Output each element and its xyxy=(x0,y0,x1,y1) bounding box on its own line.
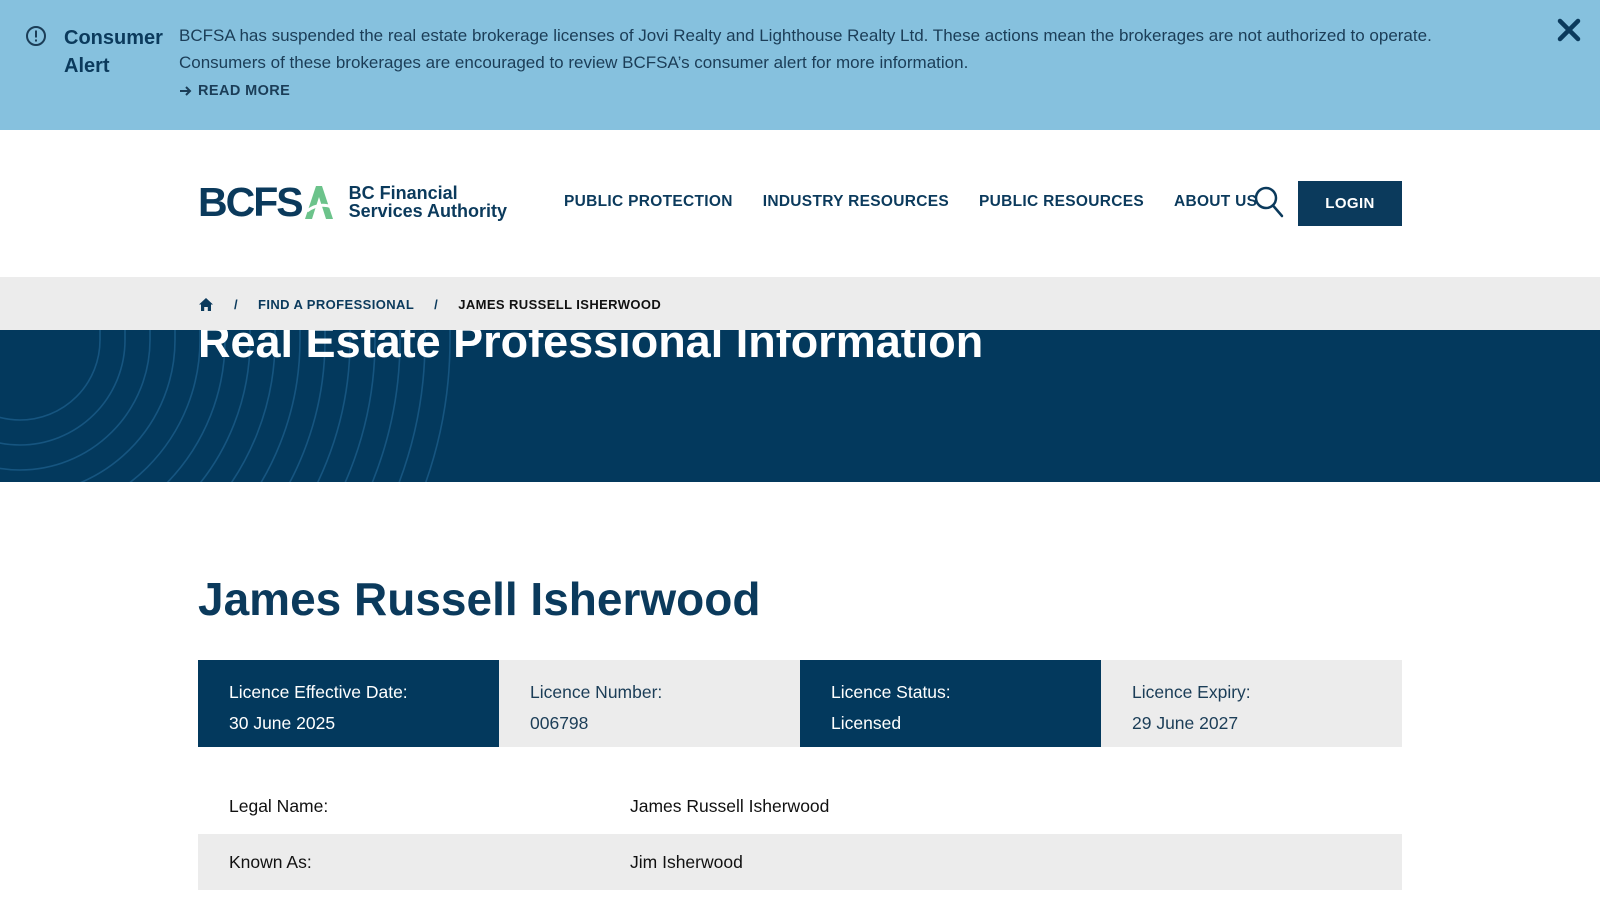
detail-label: Known As: xyxy=(229,851,312,872)
detail-label: Legal Name: xyxy=(229,795,329,816)
card-value: 29 June 2027 xyxy=(1132,713,1239,733)
licence-effective-date-card: Licence Effective Date: 30 June 2025 xyxy=(198,660,499,747)
licence-summary: Licence Effective Date: 30 June 2025 Lic… xyxy=(198,660,1402,747)
arrow-right-icon xyxy=(180,86,192,96)
logo-text: BC Financial Services Authority xyxy=(348,182,507,221)
breadcrumb-separator: / xyxy=(234,297,239,312)
close-icon[interactable] xyxy=(1555,16,1583,44)
detail-row-known-as: Known As: Jim Isherwood xyxy=(198,834,1402,890)
page-hero: Real Estate Professional Information xyxy=(0,330,1600,482)
breadcrumb-find-a-professional[interactable]: FIND A PROFESSIONAL xyxy=(258,297,414,312)
nav-about-us[interactable]: ABOUT US xyxy=(1174,193,1257,211)
read-more-link[interactable]: READ MORE xyxy=(179,83,290,99)
breadcrumb: / FIND A PROFESSIONAL / JAMES RUSSELL IS… xyxy=(0,277,1600,330)
licence-number-card: Licence Number: 006798 xyxy=(499,660,800,747)
alert-message-line-1: BCFSA has suspended the real estate brok… xyxy=(179,26,1432,45)
nav-public-protection[interactable]: PUBLIC PROTECTION xyxy=(564,193,733,211)
exclamation-circle-icon xyxy=(26,26,46,46)
page-title: Real Estate Professional Information xyxy=(198,330,984,367)
professional-name: James Russell Isherwood xyxy=(198,573,761,625)
detail-value: James Russell Isherwood xyxy=(630,795,830,816)
logo-text-line-1: BC Financial xyxy=(348,182,458,203)
consumer-alert-banner: Consumer Alert BCFSA has suspended the r… xyxy=(0,0,1600,130)
alert-title: Consumer Alert xyxy=(64,27,163,77)
logo-letters: BCFS xyxy=(198,179,304,225)
bcfsa-logo[interactable]: BCFS BC Financial Services Authority xyxy=(198,179,507,225)
nav-industry-resources[interactable]: INDUSTRY RESOURCES xyxy=(763,193,949,211)
breadcrumb-separator: / xyxy=(434,297,439,312)
licence-status-card: Licence Status: Licensed xyxy=(800,660,1101,747)
site-header: BCFS BC Financial Services Authority PUB… xyxy=(0,130,1600,277)
logo-text-line-2: Services Authority xyxy=(348,201,507,221)
alert-message-line-2: Consumers of these brokerages are encour… xyxy=(179,52,969,72)
home-icon[interactable] xyxy=(198,297,214,312)
logo-a-icon xyxy=(304,186,333,219)
card-label: Licence Expiry: xyxy=(1132,682,1251,702)
login-button[interactable]: LOGIN xyxy=(1298,181,1402,226)
search-icon[interactable] xyxy=(1254,186,1284,218)
detail-row-legal-name: Legal Name: James Russell Isherwood xyxy=(198,778,1402,834)
logo-mark: BCFS xyxy=(198,179,335,225)
card-value: Licensed xyxy=(831,713,902,733)
card-label: Licence Number: xyxy=(530,682,663,702)
main-nav: PUBLIC PROTECTION INDUSTRY RESOURCES PUB… xyxy=(564,193,1287,211)
nav-public-resources[interactable]: PUBLIC RESOURCES xyxy=(979,193,1144,211)
card-label: Licence Effective Date: xyxy=(229,682,408,702)
card-label: Licence Status: xyxy=(831,682,951,702)
breadcrumb-current: JAMES RUSSELL ISHERWOOD xyxy=(458,297,662,312)
card-value: 006798 xyxy=(530,713,589,733)
licence-expiry-card: Licence Expiry: 29 June 2027 xyxy=(1101,660,1402,747)
alert-message: BCFSA has suspended the real estate brok… xyxy=(179,23,1479,76)
card-value: 30 June 2025 xyxy=(229,713,336,733)
read-more-label: READ MORE xyxy=(198,83,291,99)
detail-value: Jim Isherwood xyxy=(630,851,743,872)
